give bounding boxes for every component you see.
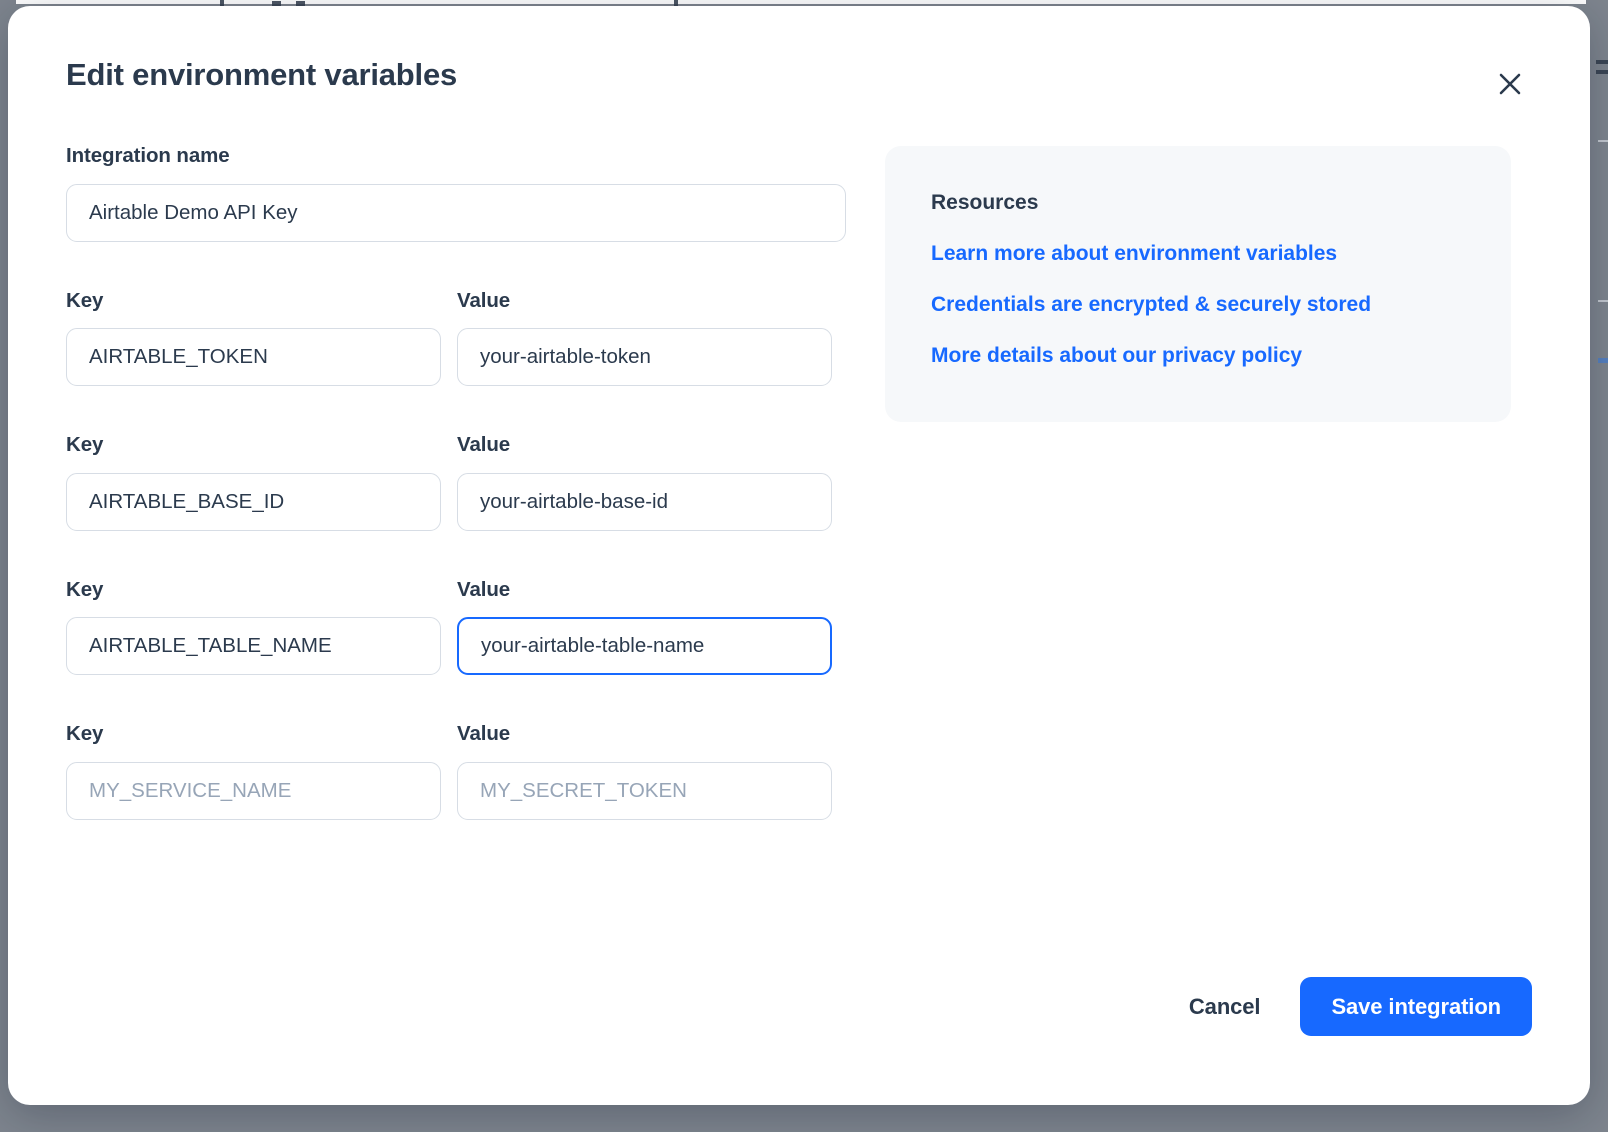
background-glyph <box>1596 60 1608 64</box>
env-var-value-input[interactable] <box>457 472 832 531</box>
cancel-button[interactable]: Cancel <box>1183 984 1267 1030</box>
edit-environment-variables-dialog: Edit environment variables Integration n… <box>8 6 1590 1105</box>
env-var-row: Key Value <box>66 577 846 675</box>
background-divider <box>1598 300 1608 302</box>
env-var-key-input[interactable] <box>66 617 441 675</box>
env-var-value-input[interactable] <box>457 761 832 820</box>
key-label: Key <box>66 577 104 601</box>
background-divider <box>1598 140 1608 142</box>
env-var-row: Key Value <box>66 433 846 531</box>
value-label: Value <box>457 722 511 745</box>
integration-name-label: Integration name <box>66 144 230 167</box>
dialog-title: Edit environment variables <box>66 57 458 92</box>
env-var-value-input[interactable] <box>457 617 832 675</box>
resources-title: Resources <box>931 191 1039 214</box>
value-label: Value <box>457 288 511 312</box>
resource-link-credentials-encrypted[interactable]: Credentials are encrypted & securely sto… <box>931 290 1465 320</box>
save-integration-button[interactable]: Save integration <box>1300 977 1532 1036</box>
resource-link-environment-variables[interactable]: Learn more about environment variables <box>931 239 1465 269</box>
background-page-surface <box>16 0 1586 4</box>
dialog-footer: Cancel Save integration <box>1183 977 1532 1036</box>
key-label: Key <box>66 433 104 456</box>
background-accent <box>1598 358 1608 363</box>
key-label: Key <box>66 722 104 745</box>
value-label: Value <box>457 577 511 601</box>
background-glyph <box>1596 70 1608 74</box>
environment-variables-form: Integration name Key Value <box>66 144 846 820</box>
key-label: Key <box>66 288 104 312</box>
env-var-key-input[interactable] <box>66 328 441 386</box>
env-var-value-input[interactable] <box>457 328 832 386</box>
close-icon[interactable] <box>1488 62 1532 106</box>
env-var-row: Key Value <box>66 288 846 386</box>
env-var-row: Key Value <box>66 722 846 820</box>
resource-link-privacy-policy[interactable]: More details about our privacy policy <box>931 341 1465 371</box>
integration-name-input[interactable] <box>66 183 846 242</box>
integration-name-field-group: Integration name <box>66 144 846 242</box>
resources-panel: Resources Learn more about environment v… <box>885 146 1511 423</box>
value-label: Value <box>457 433 511 456</box>
env-var-key-input[interactable] <box>66 472 441 531</box>
env-var-key-input[interactable] <box>66 761 441 820</box>
